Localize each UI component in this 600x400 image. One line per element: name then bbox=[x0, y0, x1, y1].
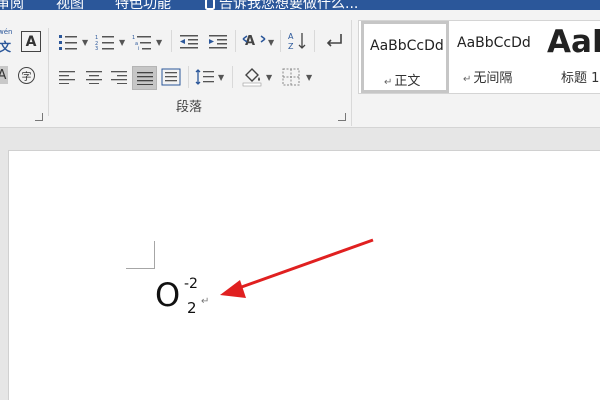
annotation-arrow-icon bbox=[220, 238, 374, 298]
